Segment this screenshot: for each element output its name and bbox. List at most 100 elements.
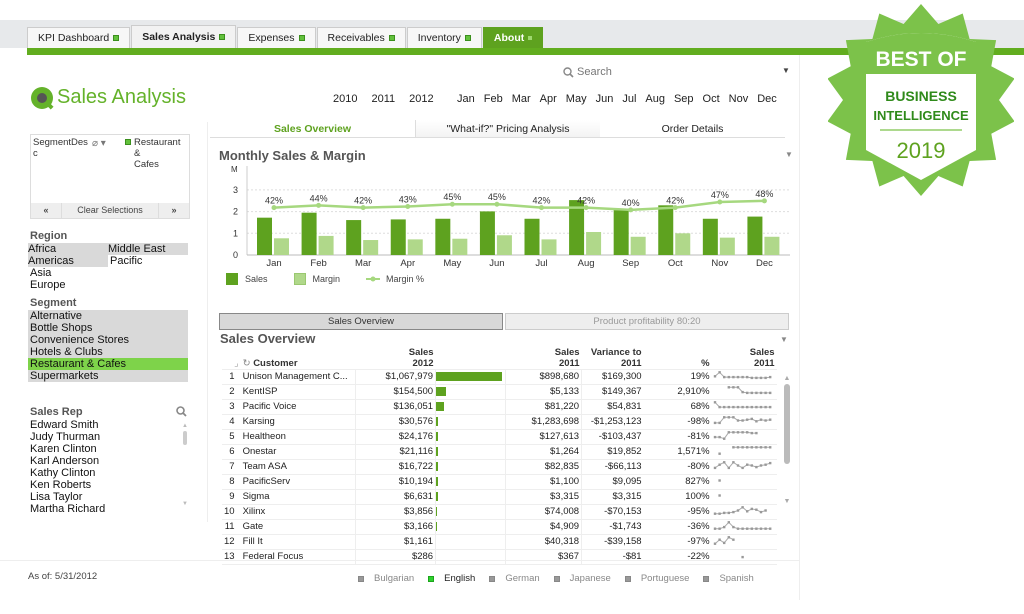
table-row[interactable]: 9 Sigma $6,631 $3,315 $3,315 100% bbox=[222, 489, 777, 505]
table-row[interactable]: 13 Federal Focus $286 $367 -$81 -22% bbox=[222, 549, 777, 565]
language-option[interactable]: Bulgarian bbox=[358, 573, 414, 584]
sales-rep-scrollbar[interactable]: ▲ ▼ bbox=[181, 423, 189, 515]
table-row[interactable]: 7 Team ASA $16,722 $82,835 -$66,113 -80% bbox=[222, 459, 777, 475]
table-row[interactable]: 3 Pacific Voice $136,051 $81,220 $54,831 68% bbox=[222, 399, 777, 415]
month-item[interactable]: Mar bbox=[512, 93, 531, 105]
tab-order-details[interactable]: Order Details bbox=[600, 120, 785, 137]
segment-item[interactable]: Hotels & Clubs bbox=[28, 346, 188, 358]
sales-rep-item[interactable]: Kathy Clinton bbox=[30, 467, 95, 479]
col-customer[interactable]: ↻ Customer bbox=[240, 345, 356, 370]
region-item-middle-east[interactable]: Middle East bbox=[108, 243, 188, 255]
search-box[interactable]: Search bbox=[563, 66, 612, 78]
variance-2011: -$1,743 bbox=[581, 519, 644, 535]
sort-indicator-icon[interactable]: ⌟ bbox=[222, 345, 241, 370]
language-option[interactable]: Portuguese bbox=[624, 573, 690, 584]
sparkline-line bbox=[728, 386, 770, 393]
scroll-down-icon[interactable]: ▼ bbox=[783, 498, 791, 505]
tab-expenses[interactable]: Expenses bbox=[237, 27, 316, 48]
month-item[interactable]: Sep bbox=[674, 93, 694, 105]
language-option[interactable]: English bbox=[428, 573, 475, 584]
table-scrollbar[interactable]: ▲ ▼ bbox=[783, 375, 791, 510]
segment-item[interactable]: Alternative bbox=[28, 310, 188, 322]
year-item[interactable]: 2012 bbox=[409, 93, 433, 105]
sales-rep-item[interactable]: Ken Roberts bbox=[30, 479, 91, 491]
eraser-icon[interactable]: ⌀ ▾ bbox=[92, 138, 106, 149]
language-option[interactable]: Spanish bbox=[703, 573, 754, 584]
scroll-thumb[interactable] bbox=[784, 384, 790, 464]
scroll-thumb[interactable] bbox=[183, 431, 187, 445]
month-item[interactable]: Oct bbox=[703, 93, 720, 105]
month-item[interactable]: Nov bbox=[729, 93, 749, 105]
chart-menu-icon[interactable]: ▼ bbox=[785, 150, 793, 159]
sales-rep-search-icon[interactable] bbox=[176, 406, 187, 417]
region-item-pacific[interactable]: Pacific bbox=[110, 255, 188, 267]
tab-kpi-dashboard[interactable]: KPI Dashboard bbox=[27, 27, 131, 48]
month-item[interactable]: May bbox=[566, 93, 587, 105]
tab-sales-overview[interactable]: Sales Overview bbox=[210, 120, 415, 137]
segment-title: Segment bbox=[30, 297, 77, 309]
language-label: Portuguese bbox=[640, 573, 690, 584]
year-item[interactable]: 2010 bbox=[333, 93, 357, 105]
region-item-americas[interactable]: Americas bbox=[28, 255, 108, 267]
tab-receivables[interactable]: Receivables bbox=[316, 27, 406, 48]
x-tick-label: Dec bbox=[756, 258, 773, 269]
search-dropdown-icon[interactable]: ▼ bbox=[782, 66, 790, 75]
month-item[interactable]: Aug bbox=[645, 93, 665, 105]
tab-what-if-pricing[interactable]: "What-if?" Pricing Analysis bbox=[415, 120, 600, 137]
col-sales-2011[interactable]: Sales 2011 bbox=[505, 345, 582, 370]
sales-rep-item[interactable]: Judy Thurman bbox=[30, 431, 100, 443]
table-row[interactable]: 4 Karsing $30,576 $1,283,698 -$1,253,123 -98% bbox=[222, 414, 777, 430]
customer-name: Gate bbox=[240, 519, 357, 535]
table-row[interactable]: 5 Healtheon $24,176 $127,613 -$103,437 -81% bbox=[222, 429, 777, 445]
month-item[interactable]: Jul bbox=[622, 93, 636, 105]
sales-rep-item[interactable]: Karen Clinton bbox=[30, 443, 97, 455]
sparkline-point bbox=[763, 463, 767, 466]
col-sparkline[interactable]: Sales 2011 bbox=[711, 345, 777, 370]
language-option[interactable]: German bbox=[489, 573, 540, 584]
region-item-asia[interactable]: Asia bbox=[30, 267, 110, 279]
sales-bar bbox=[436, 477, 438, 486]
language-option[interactable]: Japanese bbox=[553, 573, 611, 584]
table-row[interactable]: 1 Unison Management C... $1,067,979 $898,68… bbox=[222, 369, 777, 385]
tab-sales-analysis[interactable]: Sales Analysis bbox=[131, 25, 237, 48]
sales-rep-item[interactable]: Edward Smith bbox=[30, 419, 98, 431]
sales-overview-button[interactable]: Sales Overview bbox=[219, 313, 503, 330]
region-item-africa[interactable]: Africa bbox=[28, 243, 108, 255]
table-row[interactable]: 2 KentISP $154,500 $5,133 $149,367 2,910% bbox=[222, 384, 777, 400]
segment-item[interactable]: Supermarkets bbox=[28, 370, 188, 382]
table-row[interactable]: 11 Gate $3,166 $4,909 -$1,743 -36% bbox=[222, 519, 777, 535]
col-pct[interactable]: % bbox=[643, 345, 712, 370]
col-variance[interactable]: Variance to 2011 bbox=[581, 345, 644, 370]
sales-rep-item[interactable]: Martha Richard bbox=[30, 503, 105, 515]
sales-bar-cell bbox=[435, 459, 507, 475]
month-item[interactable]: Jun bbox=[596, 93, 614, 105]
month-item[interactable]: Dec bbox=[757, 93, 777, 105]
cycle-icon[interactable]: ↻ bbox=[243, 358, 251, 369]
month-item[interactable]: Apr bbox=[540, 93, 557, 105]
clear-selections-button[interactable]: Clear Selections bbox=[61, 203, 159, 218]
sparkline-point bbox=[727, 535, 730, 538]
table-menu-icon[interactable]: ▼ bbox=[780, 335, 788, 344]
table-row[interactable]: 6 Onestar $21,116 $1,264 $19,852 1,571% bbox=[222, 444, 777, 460]
scroll-up-icon[interactable]: ▲ bbox=[783, 375, 791, 382]
tab-about[interactable]: About bbox=[482, 27, 544, 48]
product-profitability-button[interactable]: Product profitability 80:20 bbox=[505, 313, 789, 330]
forward-button[interactable]: » bbox=[159, 203, 189, 218]
col-sales-2012[interactable]: Sales 2012 bbox=[355, 345, 436, 370]
table-row[interactable]: 12 Fill It $1,161 $40,318 -$39,158 -97% bbox=[222, 534, 777, 550]
region-item-europe[interactable]: Europe bbox=[30, 279, 110, 291]
sales-rep-item[interactable]: Lisa Taylor bbox=[30, 491, 82, 503]
month-item[interactable]: Feb bbox=[484, 93, 503, 105]
sales-rep-item[interactable]: Karl Anderson bbox=[30, 455, 99, 467]
segment-item-selected[interactable]: Restaurant & Cafes bbox=[28, 358, 188, 370]
table-row[interactable]: 10 Xilinx $3,856 $74,008 -$70,153 -95% bbox=[222, 504, 777, 520]
back-button[interactable]: « bbox=[31, 203, 61, 218]
table-row[interactable]: 8 PacificServ $10,194 $1,100 $9,095 827% bbox=[222, 474, 777, 490]
month-item[interactable]: Jan bbox=[457, 93, 475, 105]
sparkline-point bbox=[745, 527, 748, 530]
sparkline-point bbox=[736, 430, 739, 433]
segment-item[interactable]: Convenience Stores bbox=[28, 334, 188, 346]
tab-inventory[interactable]: Inventory bbox=[406, 27, 482, 48]
segment-item[interactable]: Bottle Shops bbox=[28, 322, 188, 334]
year-item[interactable]: 2011 bbox=[371, 93, 395, 105]
